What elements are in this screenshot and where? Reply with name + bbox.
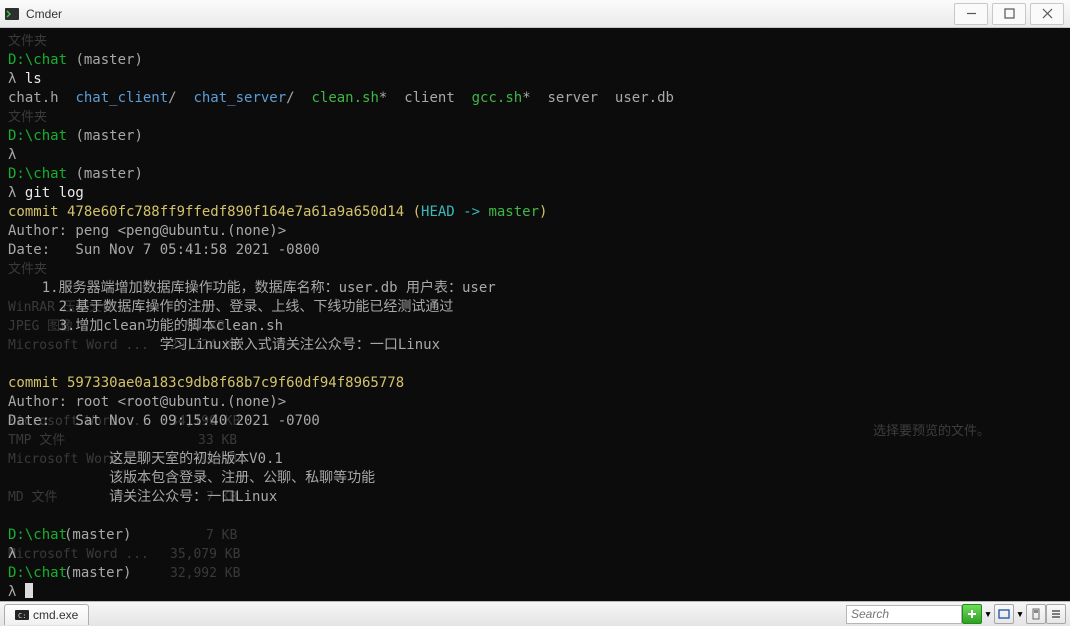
commit-hash-1: commit 478e60fc788ff9ffedf890f164e7a61a9… [8,204,421,220]
commit-msg: 这是聊天室的初始版本V0.1 [8,450,283,469]
prompt-branch: (master) [64,564,131,583]
commit-date-2: Date: Sat Nov 6 09:15:40 2021 -0700 [8,412,320,431]
window-title: Cmder [26,7,62,21]
cmd-icon: C: [15,608,29,622]
scroll-lock-button[interactable] [1026,604,1046,624]
ghost-folder: 文件夹 [8,260,47,279]
menu-button[interactable] [1046,604,1066,624]
window-list-dropdown[interactable]: ▾ [1014,604,1026,624]
ghost-folder: 文件夹 [8,32,47,51]
ghost-folder: 文件夹 [8,108,47,127]
window-list-button[interactable] [994,604,1014,624]
prompt-lambda: λ [8,71,25,87]
prompt-branch: (master) [64,526,131,545]
status-bar: C: cmd.exe ▾ ▾ [0,601,1070,626]
minimize-button[interactable] [954,3,988,25]
new-tab-button[interactable] [962,604,982,624]
prompt-lambda: λ [8,185,25,201]
commit-hash-2: commit 597330ae0a183c9db8f68b7c9f60df94f… [8,375,404,391]
cmder-icon [4,6,20,22]
close-button[interactable] [1030,3,1064,25]
commit-msg: 2.基于数据库操作的注册、登录、上线、下线功能已经测试通过 [8,298,453,317]
title-bar: Cmder [0,0,1070,28]
prompt-branch: (master) [75,52,142,68]
ghost-file: TMP 文件 [8,431,198,450]
commit-msg: 1.服务器端增加数据库操作功能，数据库名称：user.db 用户表：user [8,280,496,296]
commit-msg: 3.增加clean功能的脚本clean.sh [8,317,283,336]
maximize-button[interactable] [992,3,1026,25]
prompt-branch: (master) [75,128,142,144]
commit-msg: 请关注公众号：一口Linux [8,488,277,507]
prompt-path: D:\chat [8,128,75,144]
prompt-lambda: λ [8,545,25,564]
new-tab-dropdown[interactable]: ▾ [982,604,994,624]
ghost-preview-text: 选择要预览的文件。 [873,422,990,441]
search-input[interactable] [846,605,962,624]
ghost-file: Microsoft Word ... [8,545,170,564]
prompt-branch: (master) [75,166,142,182]
tab-label: cmd.exe [33,608,78,622]
terminal[interactable]: 文件夹 D:\chat (master) λ ls chat.h chat_cl… [0,28,1070,601]
commit-author-2: Author: root <root@ubuntu.(none)> [8,394,286,410]
svg-text:C:: C: [18,612,26,620]
commit-date-1: Date: Sun Nov 7 05:41:58 2021 -0800 [8,242,320,258]
prompt-path: D:\chat [8,166,75,182]
prompt-lambda: λ [8,584,25,600]
cmd-ls: ls [25,71,42,87]
commit-author-1: Author: peng <peng@ubuntu.(none)> [8,223,286,239]
cmd-gitlog: git log [25,185,84,201]
commit-msg: 该版本包含登录、注册、公聊、私聊等功能 [8,470,375,486]
commit-msg: 学习Linux嵌入式请关注公众号：一口Linux [8,336,440,355]
ls-output: chat.h [8,90,75,106]
prompt-path: D:\chat [8,52,75,68]
terminal-cursor [25,583,33,598]
prompt-lambda: λ [8,147,25,163]
tab-cmd[interactable]: C: cmd.exe [4,604,89,625]
